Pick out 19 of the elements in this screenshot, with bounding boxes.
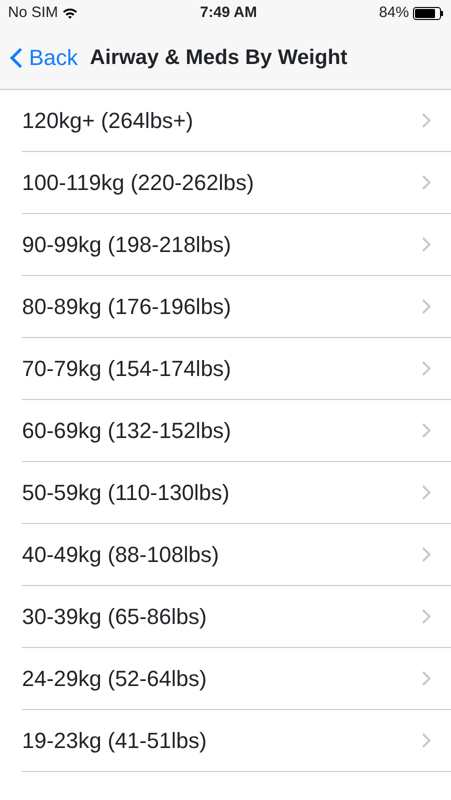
back-chevron-icon (10, 46, 23, 68)
battery-percent: 84% (378, 2, 409, 23)
battery-icon (412, 6, 443, 20)
chevron-icon (422, 175, 431, 190)
chevron-icon (422, 113, 431, 128)
wifi-icon (62, 7, 78, 19)
screen-title: Airway & Meds By Weight (90, 44, 348, 71)
chevron-icon (422, 547, 431, 562)
chevron-icon (422, 361, 431, 376)
back-button[interactable]: Back (10, 41, 78, 74)
chevron-icon (422, 733, 431, 748)
chevron-icon (422, 671, 431, 686)
chevron-icon (422, 237, 431, 252)
chevron-icon (422, 299, 431, 314)
chevron-icon (422, 485, 431, 500)
chevron-icon (422, 609, 431, 624)
carrier-text: No SIM (8, 2, 58, 23)
clock-text: 7:49 AM (200, 2, 257, 23)
chevron-icon (422, 423, 431, 438)
